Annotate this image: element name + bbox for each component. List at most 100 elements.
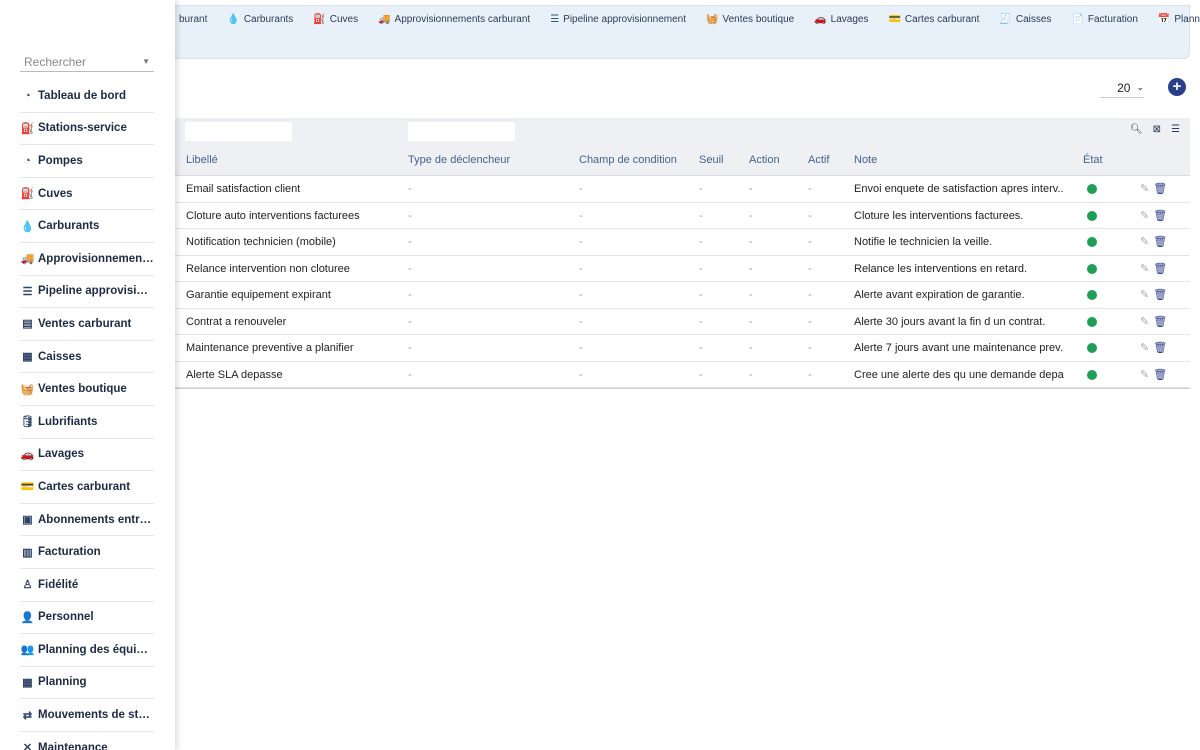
table-row[interactable]: Relance intervention non cloturee - - - - - Re… xyxy=(175,256,1190,282)
top-menu-label: Carburants xyxy=(243,14,294,25)
cell-libelle: Email satisfaction client xyxy=(186,183,301,195)
top-menu-item[interactable]: ⛽ Cuves xyxy=(303,14,368,25)
top-menu-item[interactable]: 💳 Cartes carburant xyxy=(878,14,989,25)
sidebar-item[interactable]: 🚚Approvisionnements carburant xyxy=(20,243,154,276)
sidebar-item[interactable]: ▤ Ventes carburant xyxy=(20,308,154,341)
sidebar-item[interactable]: ▦ Caisses xyxy=(20,341,154,374)
sidebar-item[interactable]: ✕ Maintenance xyxy=(20,732,154,750)
sidebar-item-label: Maintenance xyxy=(38,741,108,750)
top-menu-item[interactable]: ☰ Pipeline approvisionnement xyxy=(540,14,696,25)
calendar-icon: ▦ xyxy=(22,676,33,689)
header-note[interactable]: Note xyxy=(854,154,877,166)
page-size-value: 20 xyxy=(1117,80,1131,95)
table-row[interactable]: Maintenance preventive a planifier - - - - - A… xyxy=(175,335,1190,362)
sidebar-search-select[interactable]: Rechercher ▼ xyxy=(20,52,154,72)
sidebar-item[interactable]: ▣ Abonnements entreprise xyxy=(20,504,154,537)
pipeline-icon: ☰ xyxy=(22,285,33,298)
chevron-down-icon: ⌄ xyxy=(1136,82,1144,92)
delete-icon[interactable]: 🗑︎ xyxy=(1153,209,1167,222)
delete-icon[interactable]: 🗑︎ xyxy=(1153,288,1167,301)
sidebar-item-label: Facturation xyxy=(38,546,101,559)
cell-action: - xyxy=(749,342,753,354)
edit-icon[interactable]: ✎ xyxy=(1140,209,1149,222)
delete-icon[interactable]: 🗑︎ xyxy=(1153,341,1167,354)
edit-icon[interactable]: ✎ xyxy=(1140,235,1149,248)
sidebar-item[interactable]: 🧺 Ventes boutique xyxy=(20,373,154,406)
header-etat[interactable]: État xyxy=(1083,154,1103,166)
truck-icon: 🚚 xyxy=(378,14,391,25)
table-row[interactable]: Garantie equipement expirant - - - - - Alerte … xyxy=(175,282,1190,309)
cell-type: - xyxy=(408,289,412,301)
sidebar-item[interactable]: ⛽ Stations-service xyxy=(20,113,154,146)
pipeline-icon: ☰ xyxy=(550,14,560,25)
sidebar-item-label: Fidélité xyxy=(38,578,79,591)
edit-icon[interactable]: ✎ xyxy=(1140,368,1149,381)
table-row[interactable]: Notification technicien (mobile) - - - - - Not… xyxy=(175,229,1190,256)
filter-type-input[interactable] xyxy=(408,122,515,141)
sidebar-item[interactable]: 👤 Personnel xyxy=(20,602,154,635)
table-bottom-border xyxy=(175,388,1190,389)
dashboard-icon: ◔ xyxy=(24,89,31,102)
header-type[interactable]: Type de déclencheur xyxy=(408,154,510,166)
edit-icon[interactable]: ✎ xyxy=(1140,262,1149,275)
delete-icon[interactable]: 🗑︎ xyxy=(1153,368,1167,381)
sidebar-item-label: Mouvements de stock xyxy=(38,709,154,722)
header-actif[interactable]: Actif xyxy=(808,154,829,166)
sidebar-item[interactable]: 💧 Carburants xyxy=(20,210,154,243)
sidebar-item[interactable]: 👥 Planning des équipes xyxy=(20,634,154,667)
edit-icon[interactable]: ✎ xyxy=(1140,341,1149,354)
delete-icon[interactable]: 🗑︎ xyxy=(1153,262,1167,275)
sidebar-item[interactable]: 🛢 Lubrifiants xyxy=(20,406,154,439)
table-row[interactable]: Contrat a renouveler - - - - - Alerte 30 jours… xyxy=(175,309,1190,335)
header-seuil[interactable]: Seuil xyxy=(699,154,723,166)
top-menu-label: Cuves xyxy=(329,14,359,25)
sidebar-item[interactable]: ◔ Tableau de bord xyxy=(20,80,154,113)
cell-type: - xyxy=(408,183,412,195)
top-menu-item[interactable]: 🧺 Ventes boutique xyxy=(696,14,804,25)
header-action[interactable]: Action xyxy=(749,154,780,166)
top-menu-item[interactable]: 🚚 Approvisionnements carburant xyxy=(368,14,540,25)
list-view-icon[interactable]: ☰ xyxy=(1171,124,1180,135)
sidebar-item[interactable]: ☰ Pipeline approvisionnement xyxy=(20,276,154,309)
header-champ[interactable]: Champ de condition xyxy=(579,154,677,166)
sidebar-item[interactable]: ⇄ Mouvements de stock xyxy=(20,699,154,732)
delete-icon[interactable]: 🗑︎ xyxy=(1153,182,1167,195)
edit-icon[interactable]: ✎ xyxy=(1140,182,1149,195)
stock-icon: ⇄ xyxy=(22,709,33,722)
calendar-icon: 📅 xyxy=(1157,14,1171,25)
top-menu-item[interactable]: 📅Planning xyxy=(1148,14,1200,25)
table-row[interactable]: Email satisfaction client - - - - - Envoi enqu… xyxy=(175,176,1190,203)
page-size-select[interactable]: 20 ⌄ xyxy=(1100,78,1144,98)
search-icon[interactable]: 🔍︎ xyxy=(1130,124,1143,135)
clear-filter-icon[interactable]: ⊠ xyxy=(1153,124,1161,135)
sidebar-item[interactable]: 💳 Cartes carburant xyxy=(20,471,154,504)
cell-note: Cloture les interventions facturees. xyxy=(854,209,1024,222)
top-menu-item[interactable]: 🧾 Caisses xyxy=(989,14,1061,25)
top-menu-item[interactable]: 🚗 Lavages xyxy=(804,14,878,25)
filter-libelle-input[interactable] xyxy=(185,122,292,141)
sidebar-item[interactable]: ▦ Planning xyxy=(20,667,154,700)
edit-icon[interactable]: ✎ xyxy=(1140,288,1149,301)
status-dot xyxy=(1087,343,1097,353)
top-menu-item[interactable]: 💧 Carburants xyxy=(217,14,303,25)
cell-type: - xyxy=(408,315,412,328)
top-menu-item[interactable]: 📄 Facturation xyxy=(1061,14,1147,25)
sidebar-item[interactable]: 🚗 Lavages xyxy=(20,439,154,472)
sidebar-nav: ◔ Tableau de bord ⛽ Stations-service ◔ Pompes… xyxy=(20,80,154,750)
header-libelle[interactable]: Libellé xyxy=(186,154,218,166)
sidebar-item[interactable]: ▥ Facturation xyxy=(20,536,154,569)
top-menu-item[interactable]: burant xyxy=(169,14,217,25)
invoice-icon: ▥ xyxy=(22,546,33,559)
receipt-icon: ▤ xyxy=(22,318,33,331)
delete-icon[interactable]: 🗑︎ xyxy=(1153,235,1167,248)
sidebar-item[interactable]: ◔ Pompes xyxy=(20,145,154,178)
add-button[interactable]: + xyxy=(1168,78,1186,96)
sidebar-item[interactable]: ♙ Fidélité xyxy=(20,569,154,602)
table-row[interactable]: Alerte SLA depasse - - - - - Cree une alerte d… xyxy=(175,362,1190,388)
edit-icon[interactable]: ✎ xyxy=(1140,315,1149,328)
table-row[interactable]: Cloture auto interventions facturees - - - -… xyxy=(175,203,1190,229)
cell-champ: - xyxy=(579,209,583,222)
sidebar-item[interactable]: ⛽ Cuves xyxy=(20,178,154,211)
delete-icon[interactable]: 🗑︎ xyxy=(1153,315,1167,328)
cell-action: - xyxy=(749,183,753,195)
